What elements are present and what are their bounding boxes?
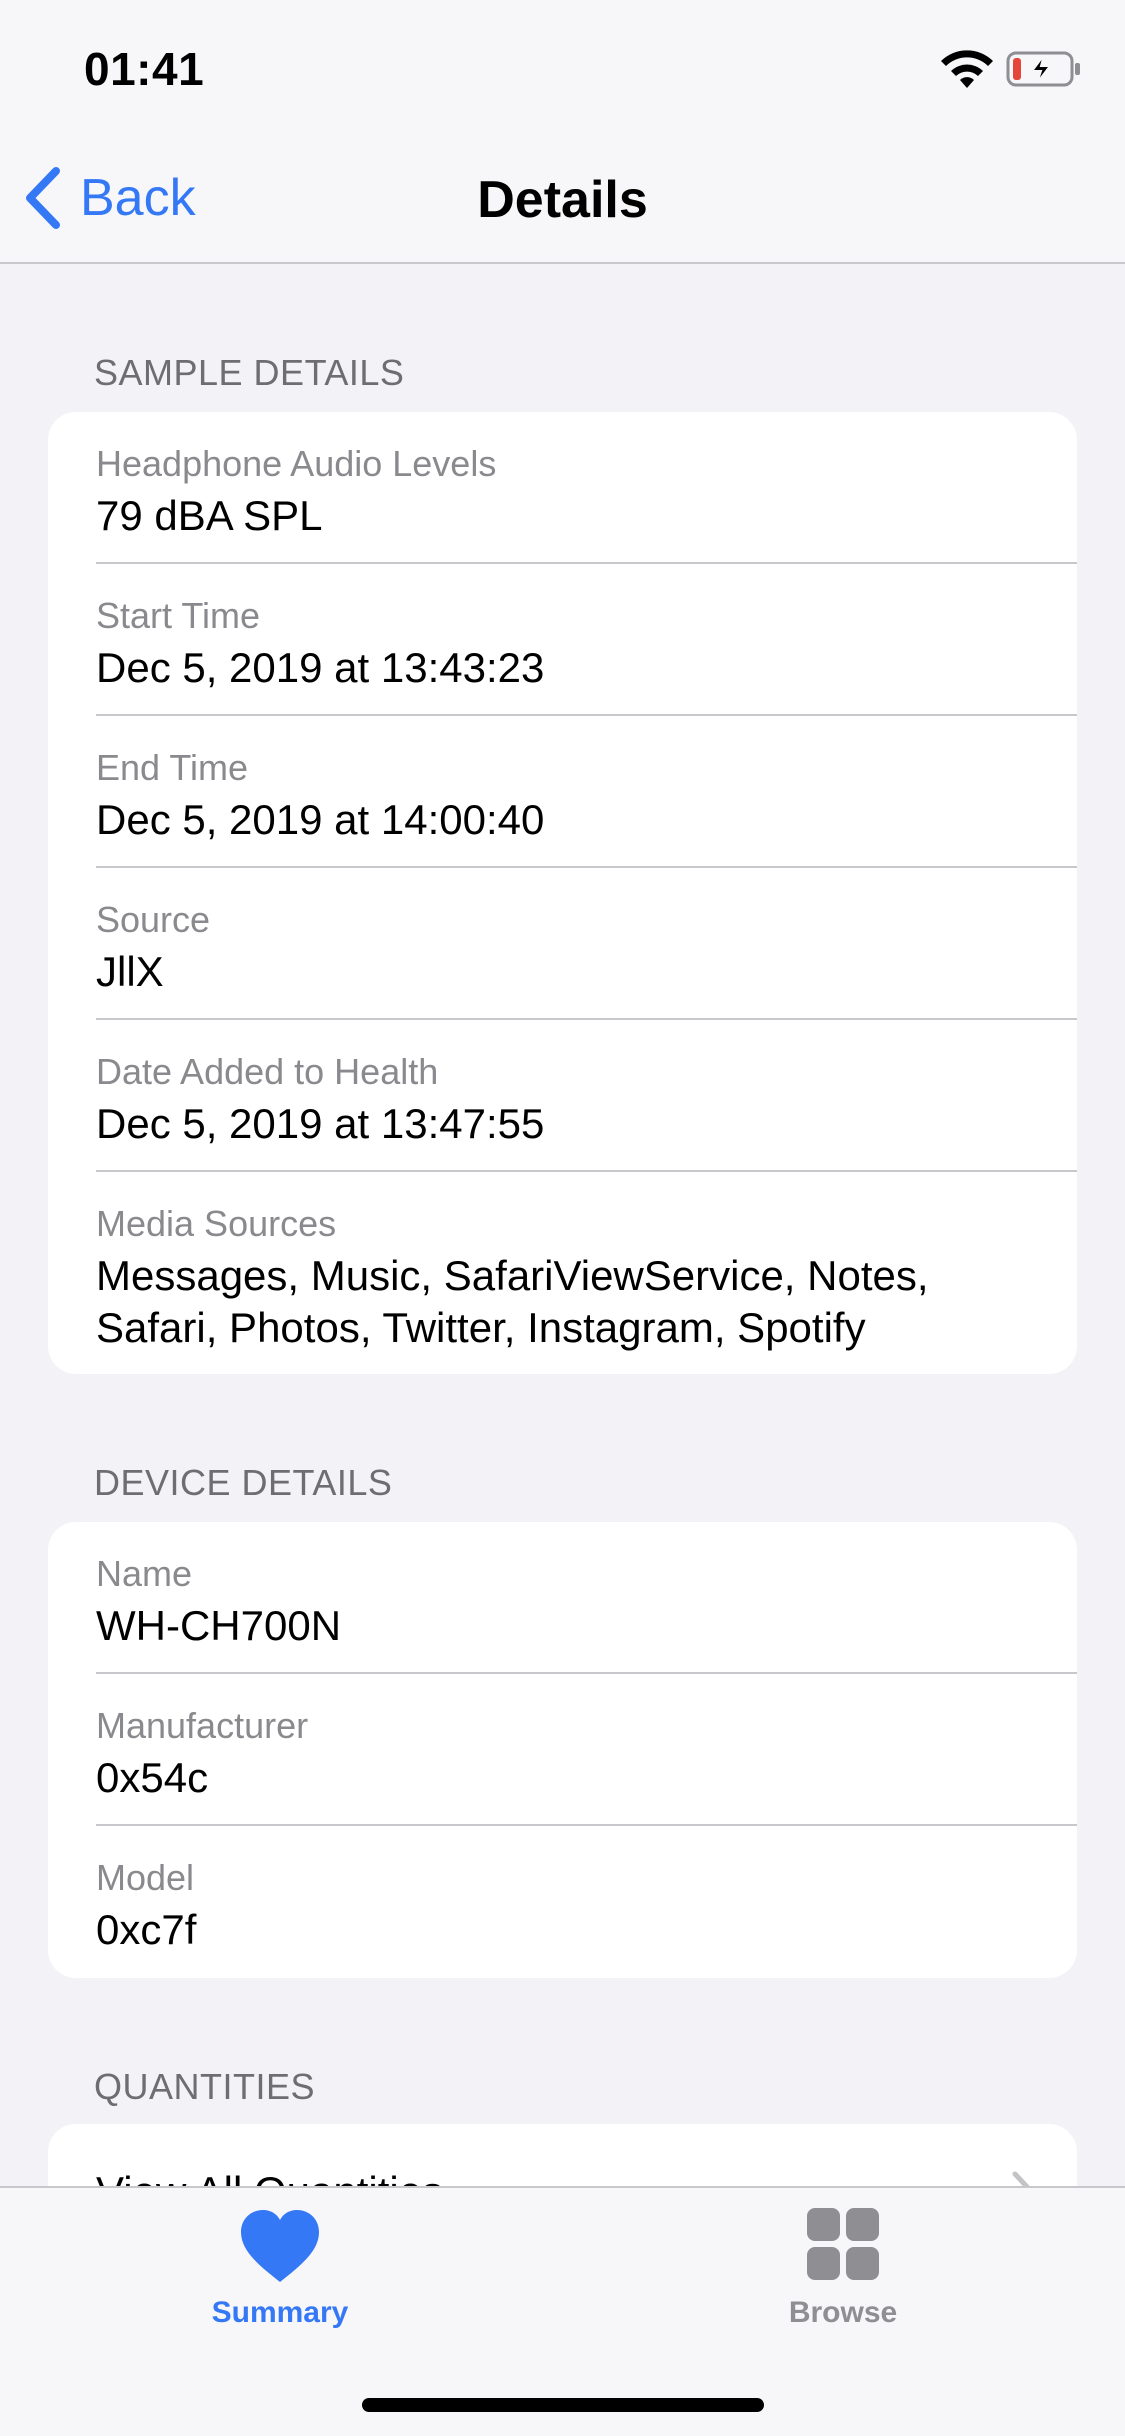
row-value: 79 dBA SPL: [96, 492, 323, 539]
navigation-bar: Back Details: [0, 132, 1125, 264]
tab-browse-label: Browse: [788, 2296, 898, 2329]
row-value: Dec 5, 2019 at 13:47:55: [96, 1100, 545, 1147]
row-label: Model: [96, 1857, 195, 1898]
row-value: Dec 5, 2019 at 14:00:40: [96, 796, 545, 843]
row-label: Start Time: [96, 595, 261, 636]
grid-icon: [807, 2208, 879, 2280]
device-details-card: Name WH-CH700N Manufacturer 0x54c Model …: [48, 1522, 1077, 1978]
detail-row-manufacturer: Manufacturer 0x54c: [48, 1674, 1077, 1826]
home-indicator: [362, 2398, 764, 2412]
detail-row-end-time: End Time Dec 5, 2019 at 14:00:40: [48, 716, 1077, 868]
row-value: 0xc7f: [96, 1906, 197, 1953]
heart-icon: [241, 2210, 319, 2282]
quantities-header: QUANTITIES: [94, 2066, 316, 2107]
sample-details-header: SAMPLE DETAILS: [94, 352, 405, 393]
detail-row-device-name: Name WH-CH700N: [48, 1522, 1077, 1674]
detail-row-media-sources: Media Sources Messages, Music, SafariVie…: [48, 1172, 1077, 1374]
tab-summary-label: Summary: [211, 2296, 349, 2329]
row-value: Messages, Music, SafariViewService, Note…: [96, 1252, 929, 1351]
page-title: Details: [477, 171, 648, 229]
sample-details-card: Headphone Audio Levels 79 dBA SPL Start …: [48, 412, 1077, 1374]
tab-summary[interactable]: Summary: [150, 2206, 410, 2330]
row-value: Dec 5, 2019 at 13:43:23: [96, 644, 545, 691]
detail-row-start-time: Start Time Dec 5, 2019 at 13:43:23: [48, 564, 1077, 716]
device-details-header: DEVICE DETAILS: [94, 1462, 393, 1503]
tab-bar: Summary Browse: [0, 2186, 1125, 2436]
row-label: End Time: [96, 747, 249, 788]
row-value: WH-CH700N: [96, 1602, 342, 1649]
detail-row-audio-level: Headphone Audio Levels 79 dBA SPL: [48, 412, 1077, 564]
row-label: Media Sources: [96, 1203, 337, 1244]
detail-row-date-added: Date Added to Health Dec 5, 2019 at 13:4…: [48, 1020, 1077, 1172]
tab-browse[interactable]: Browse: [713, 2206, 973, 2330]
detail-row-source: Source JllX: [48, 868, 1077, 1020]
row-value: JllX: [96, 948, 164, 995]
row-label: Date Added to Health: [96, 1051, 439, 1092]
row-label: Source: [96, 899, 211, 940]
status-bar: 01:41: [0, 0, 1125, 132]
detail-row-model: Model 0xc7f: [48, 1826, 1077, 1978]
row-label: Manufacturer: [96, 1705, 309, 1746]
battery-charging-icon: [1006, 51, 1080, 87]
row-label: Headphone Audio Levels: [96, 443, 497, 484]
row-label: Name: [96, 1553, 193, 1594]
wifi-icon: [941, 50, 993, 88]
row-value: 0x54c: [96, 1754, 209, 1801]
status-time: 01:41: [84, 43, 205, 95]
